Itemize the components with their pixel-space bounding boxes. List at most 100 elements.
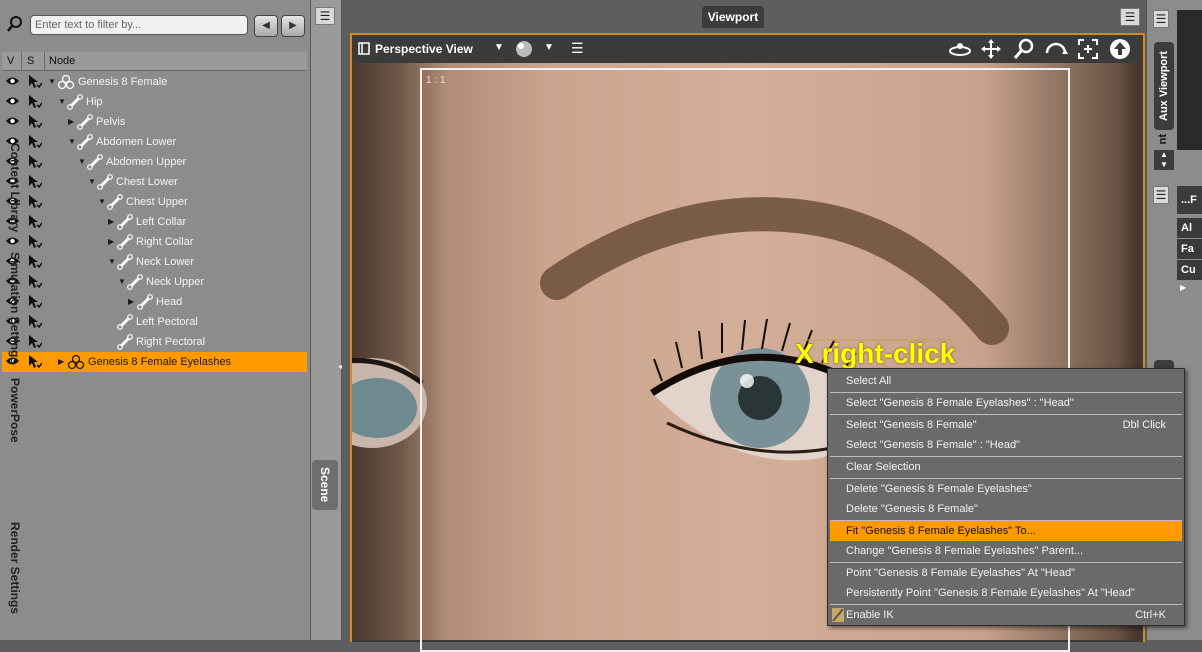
node-label: Abdomen Upper: [106, 156, 187, 168]
tab-render-settings[interactable]: Render Settings: [0, 516, 30, 620]
tree-row[interactable]: ▼ Chest Lower: [2, 172, 307, 192]
draw-style-icon[interactable]: [515, 40, 533, 61]
column-divider: [44, 52, 45, 70]
bone-icon: [87, 154, 103, 170]
bone-icon: [117, 314, 133, 330]
list-item[interactable]: Al: [1177, 218, 1202, 238]
visible-column-header[interactable]: V: [7, 55, 14, 67]
view-dropdown-icon[interactable]: ▼: [494, 42, 504, 53]
selectable-cursor-icon[interactable]: [27, 74, 43, 89]
node-label: Abdomen Lower: [96, 136, 177, 148]
draw-style-dropdown-icon[interactable]: ▼: [544, 42, 554, 53]
tree-row[interactable]: ▼ Neck Upper: [2, 272, 307, 292]
tree-row[interactable]: ▼ Chest Upper: [2, 192, 307, 212]
context-menu-item[interactable]: Select All: [830, 371, 1182, 391]
context-menu-item[interactable]: Clear Selection: [830, 457, 1182, 477]
tab-viewport[interactable]: Viewport: [702, 6, 764, 28]
orbit-icon[interactable]: [948, 39, 972, 62]
expand-right-icon[interactable]: ▶: [68, 117, 76, 126]
ik-checkbox-icon[interactable]: [831, 607, 845, 630]
expand-down-icon[interactable]: ▼: [58, 97, 66, 106]
expand-down-icon[interactable]: ▼: [48, 77, 56, 86]
context-menu-item[interactable]: Enable IK Ctrl+K: [830, 605, 1182, 625]
expand-down-icon[interactable]: ▼: [78, 157, 86, 166]
filter-forward-button[interactable]: ▶: [281, 15, 305, 37]
context-menu-item[interactable]: Point "Genesis 8 Female Eyelashes" At "H…: [830, 563, 1182, 583]
context-menu-item[interactable]: Select "Genesis 8 Female Eyelashes" : "H…: [830, 393, 1182, 413]
tree-row[interactable]: ▼ Hip: [2, 92, 307, 112]
view-name[interactable]: Perspective View: [375, 42, 473, 56]
list-item[interactable]: Fa: [1177, 239, 1202, 259]
filter-input[interactable]: [30, 15, 248, 35]
expand-arrow-icon[interactable]: ▶: [1180, 283, 1186, 292]
menu-item-label: Point "Genesis 8 Female Eyelashes" At "H…: [846, 567, 1076, 579]
tree-row[interactable]: ▼ Abdomen Lower: [2, 132, 307, 152]
zoom-icon[interactable]: [1013, 38, 1035, 63]
menu-item-label: Delete "Genesis 8 Female Eyelashes": [846, 483, 1032, 495]
bank-icon[interactable]: [1044, 39, 1068, 62]
bone-icon: [77, 134, 93, 150]
context-menu-item[interactable]: Persistently Point "Genesis 8 Female Eye…: [830, 583, 1182, 603]
tab-partial[interactable]: nt: [1157, 134, 1169, 144]
context-menu-item[interactable]: Select "Genesis 8 Female" : "Head": [830, 435, 1182, 455]
tab-simulation-settings[interactable]: Simulation Settings: [0, 250, 30, 366]
expand-down-icon[interactable]: ▼: [108, 257, 116, 266]
tree-row[interactable]: ▼ Abdomen Upper: [2, 152, 307, 172]
menu-item-label: Enable IK: [846, 609, 894, 621]
viewport-options-icon[interactable]: ☰: [571, 40, 584, 57]
tree-row[interactable]: Right Pectoral: [2, 332, 307, 352]
expand-right-icon[interactable]: ▶: [128, 297, 136, 306]
list-header[interactable]: ...F: [1177, 186, 1202, 214]
filter-back-button[interactable]: ◀: [254, 15, 278, 37]
viewport-menu-icon[interactable]: ☰: [1120, 8, 1140, 26]
aspect-ratio-label: 1 : 1: [426, 75, 446, 86]
home-view-icon[interactable]: [1109, 38, 1131, 63]
expand-right-icon[interactable]: ▶: [108, 237, 116, 246]
expand-down-icon[interactable]: ▼: [118, 277, 126, 286]
bone-icon: [117, 254, 133, 270]
tree-row[interactable]: ▶ Left Collar: [2, 212, 307, 232]
context-menu-item[interactable]: Delete "Genesis 8 Female": [830, 499, 1182, 519]
node-label: Left Pectoral: [136, 316, 198, 328]
tree-row[interactable]: ▼ Neck Lower: [2, 252, 307, 272]
expand-down-icon[interactable]: ▼: [68, 137, 76, 146]
tree-row[interactable]: ▶ Head: [2, 292, 307, 312]
expand-down-icon[interactable]: ▼: [98, 197, 106, 206]
node-column-header[interactable]: Node: [49, 55, 75, 67]
node-label: Chest Upper: [126, 196, 188, 208]
aux-menu-icon[interactable]: ☰: [1153, 10, 1169, 28]
context-menu-item[interactable]: Fit "Genesis 8 Female Eyelashes" To...: [830, 521, 1182, 541]
tab-powerpose[interactable]: PowerPose: [0, 370, 30, 450]
visibility-eye-icon[interactable]: [5, 96, 20, 106]
context-menu-item[interactable]: Delete "Genesis 8 Female Eyelashes": [830, 479, 1182, 499]
selectable-cursor-icon[interactable]: [27, 94, 43, 109]
tab-scene[interactable]: Scene: [312, 460, 338, 510]
selectable-column-header[interactable]: S: [27, 55, 34, 67]
visibility-eye-icon[interactable]: [5, 116, 20, 126]
menu-item-shortcut: Ctrl+K: [1135, 609, 1166, 621]
tree-row[interactable]: Left Pectoral: [2, 312, 307, 332]
tab-aux-viewport[interactable]: Aux Viewport: [1154, 42, 1174, 130]
frame-icon[interactable]: [1078, 39, 1098, 62]
tab-scroll-arrows[interactable]: ▲ ▼: [1154, 150, 1174, 170]
pan-icon[interactable]: [980, 38, 1002, 63]
tab-content-library[interactable]: Content Library: [0, 128, 30, 248]
view-select-icon[interactable]: [358, 42, 370, 58]
pane-menu-icon[interactable]: ☰: [1153, 186, 1169, 204]
tree-row[interactable]: ▼ Genesis 8 Female: [2, 72, 307, 92]
pane-menu-icon[interactable]: ☰: [315, 7, 335, 25]
visibility-eye-icon[interactable]: [5, 76, 20, 86]
selectable-cursor-icon[interactable]: [27, 114, 43, 129]
expand-down-icon[interactable]: ▼: [88, 177, 96, 186]
search-icon[interactable]: [6, 15, 24, 33]
expand-right-icon[interactable]: ▶: [58, 357, 66, 366]
context-menu-item[interactable]: Select "Genesis 8 Female" Dbl Click: [830, 415, 1182, 435]
bone-icon: [117, 334, 133, 350]
expand-right-icon[interactable]: ▶: [108, 217, 116, 226]
tree-row[interactable]: ▶ Genesis 8 Female Eyelashes: [2, 352, 307, 372]
viewport-toolbar: Perspective View ▼ ▼ ☰: [352, 35, 1139, 63]
tree-row[interactable]: ▶ Right Collar: [2, 232, 307, 252]
tree-row[interactable]: ▶ Pelvis: [2, 112, 307, 132]
list-item[interactable]: Cu: [1177, 260, 1202, 280]
context-menu-item[interactable]: Change "Genesis 8 Female Eyelashes" Pare…: [830, 541, 1182, 561]
